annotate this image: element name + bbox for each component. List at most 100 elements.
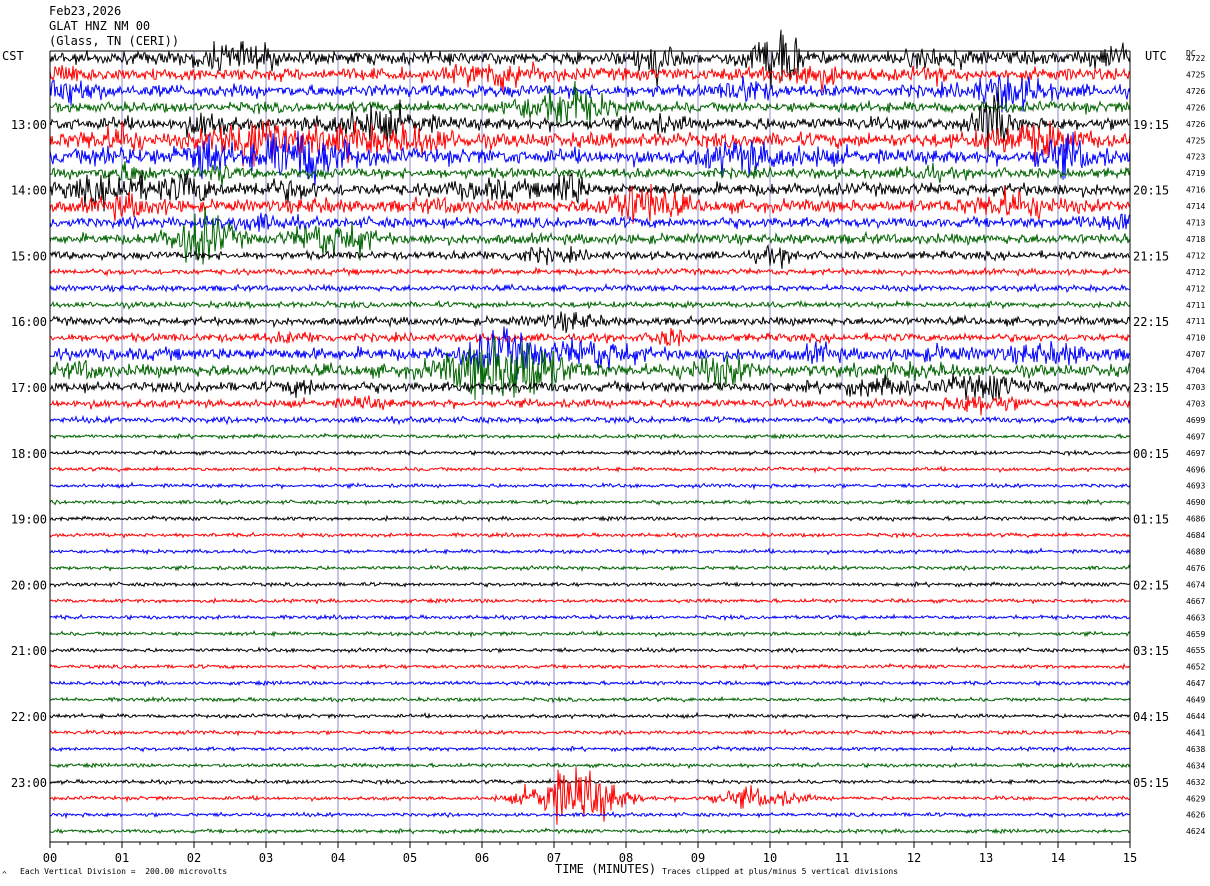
clip-note: Traces clipped at plus/minus 5 vertical … <box>662 867 899 876</box>
cst-hour-label: 23:00 <box>11 776 47 790</box>
x-tick-label: 14 <box>1051 851 1065 865</box>
dc-offset-label: 4674 <box>1186 580 1205 589</box>
right-zone-label: UTC <box>1145 49 1167 63</box>
location-label: (Glass, TN (CERI)) <box>49 34 180 48</box>
x-tick-label: 10 <box>763 851 777 865</box>
dc-label: DC <box>1186 49 1196 58</box>
dc-offset-label: 4644 <box>1186 712 1205 721</box>
utc-hour-label: 21:15 <box>1133 249 1169 263</box>
dc-offset-label: 4676 <box>1186 564 1205 573</box>
dc-offset-label: 4629 <box>1186 794 1205 803</box>
dc-offset-label: 4711 <box>1186 317 1205 326</box>
dc-offset-label: 4638 <box>1186 745 1205 754</box>
trace-line <box>49 514 1131 523</box>
trace-line <box>49 498 1130 506</box>
cst-hour-label: 22:00 <box>11 710 47 724</box>
trace-line <box>49 646 1131 655</box>
trace-line <box>49 580 1131 589</box>
dc-offset-label: 4649 <box>1186 696 1205 705</box>
trace-line <box>49 299 1131 310</box>
cst-hour-label: 18:00 <box>11 447 47 461</box>
dc-offset-label: 4723 <box>1186 153 1205 162</box>
utc-hour-label: 03:15 <box>1133 644 1169 658</box>
dc-offset-label: 4725 <box>1186 136 1205 145</box>
dc-offset-label: 4632 <box>1186 778 1205 787</box>
trace-line <box>49 282 1131 294</box>
trace-line <box>49 695 1131 704</box>
dc-offset-label: 4697 <box>1186 449 1205 458</box>
cst-hour-label: 17:00 <box>11 381 47 395</box>
dc-offset-label: 4718 <box>1186 235 1205 244</box>
x-tick-label: 15 <box>1123 851 1137 865</box>
trace-line <box>49 728 1131 737</box>
trace-line <box>49 679 1131 688</box>
utc-hour-label: 04:15 <box>1133 710 1169 724</box>
trace-line <box>49 29 1131 89</box>
dc-offset-label: 4712 <box>1186 284 1205 293</box>
dc-offset-label: 4726 <box>1186 103 1205 112</box>
trace-line <box>49 243 1131 269</box>
dc-offset-label: 4690 <box>1186 498 1205 507</box>
trace-line <box>49 613 1131 622</box>
dc-offset-label: 4647 <box>1186 679 1205 688</box>
x-tick-label: 01 <box>115 851 129 865</box>
dc-offset-label: 4725 <box>1186 70 1205 79</box>
trace-line <box>49 531 1131 539</box>
dc-offset-label: 4704 <box>1186 367 1205 376</box>
dc-offset-label: 4663 <box>1186 613 1205 622</box>
scale-note: Each Vertical Division = 200.00 microvol… <box>20 867 228 876</box>
trace-line <box>49 449 1131 457</box>
trace-line <box>49 761 1131 770</box>
dc-offset-label: 4699 <box>1186 416 1205 425</box>
dc-offset-label: 4634 <box>1186 761 1205 770</box>
cst-hour-label: 21:00 <box>11 644 47 658</box>
dc-offset-label: 4703 <box>1186 399 1205 408</box>
cst-hour-label: 15:00 <box>11 249 47 263</box>
dc-offset-label: 4696 <box>1186 465 1205 474</box>
dc-offset-label: 4713 <box>1186 219 1205 228</box>
seismic-traces <box>49 29 1131 836</box>
dc-offset-label: 4716 <box>1186 186 1205 195</box>
utc-hour-label: 20:15 <box>1133 184 1169 198</box>
trace-line <box>49 827 1131 836</box>
trace-line <box>49 547 1131 556</box>
dc-offset-label: 4624 <box>1186 827 1205 836</box>
dc-offset-label: 4703 <box>1186 383 1205 392</box>
utc-hour-label: 02:15 <box>1133 578 1169 592</box>
utc-hour-label: 22:15 <box>1133 315 1169 329</box>
x-tick-label: 13 <box>979 851 993 865</box>
dc-offset-label: 4719 <box>1186 169 1205 178</box>
trace-line <box>49 744 1131 753</box>
trace-line <box>49 662 1131 671</box>
date-label: Feb23,2026 <box>49 4 122 18</box>
trace-line <box>50 395 1131 416</box>
corner-mark: ^ <box>2 870 7 879</box>
dc-offset-label: 4697 <box>1186 432 1205 441</box>
x-axis-title: TIME (MINUTES) <box>555 862 657 876</box>
cst-hour-label: 16:00 <box>11 315 47 329</box>
minute-grid <box>121 51 1059 842</box>
dc-offset-label: 4726 <box>1186 120 1205 129</box>
x-tick-label: 05 <box>403 851 417 865</box>
dc-offset-label: 4655 <box>1186 646 1205 655</box>
dc-offset-label: 4686 <box>1186 515 1205 524</box>
dc-offset-label: 4684 <box>1186 531 1205 540</box>
trace-line <box>49 311 1131 334</box>
dc-offset-label: 4710 <box>1186 334 1205 343</box>
dc-offset-label: 4693 <box>1186 482 1205 491</box>
trace-line <box>49 206 1131 265</box>
trace-line <box>49 629 1131 639</box>
trace-line <box>49 465 1131 474</box>
trace-line <box>49 432 1131 441</box>
trace-line <box>49 481 1131 491</box>
x-tick-label: 04 <box>331 851 345 865</box>
utc-hour-label: 01:15 <box>1133 513 1169 527</box>
utc-hour-label: 05:15 <box>1133 776 1169 790</box>
cst-hour-label: 19:00 <box>11 513 47 527</box>
dc-offset-label: 4707 <box>1186 350 1205 359</box>
x-tick-label: 09 <box>691 851 705 865</box>
x-tick-label: 03 <box>259 851 273 865</box>
utc-hour-label: 00:15 <box>1133 447 1169 461</box>
trace-line <box>49 212 1131 233</box>
dc-offset-label: 4726 <box>1186 87 1205 96</box>
